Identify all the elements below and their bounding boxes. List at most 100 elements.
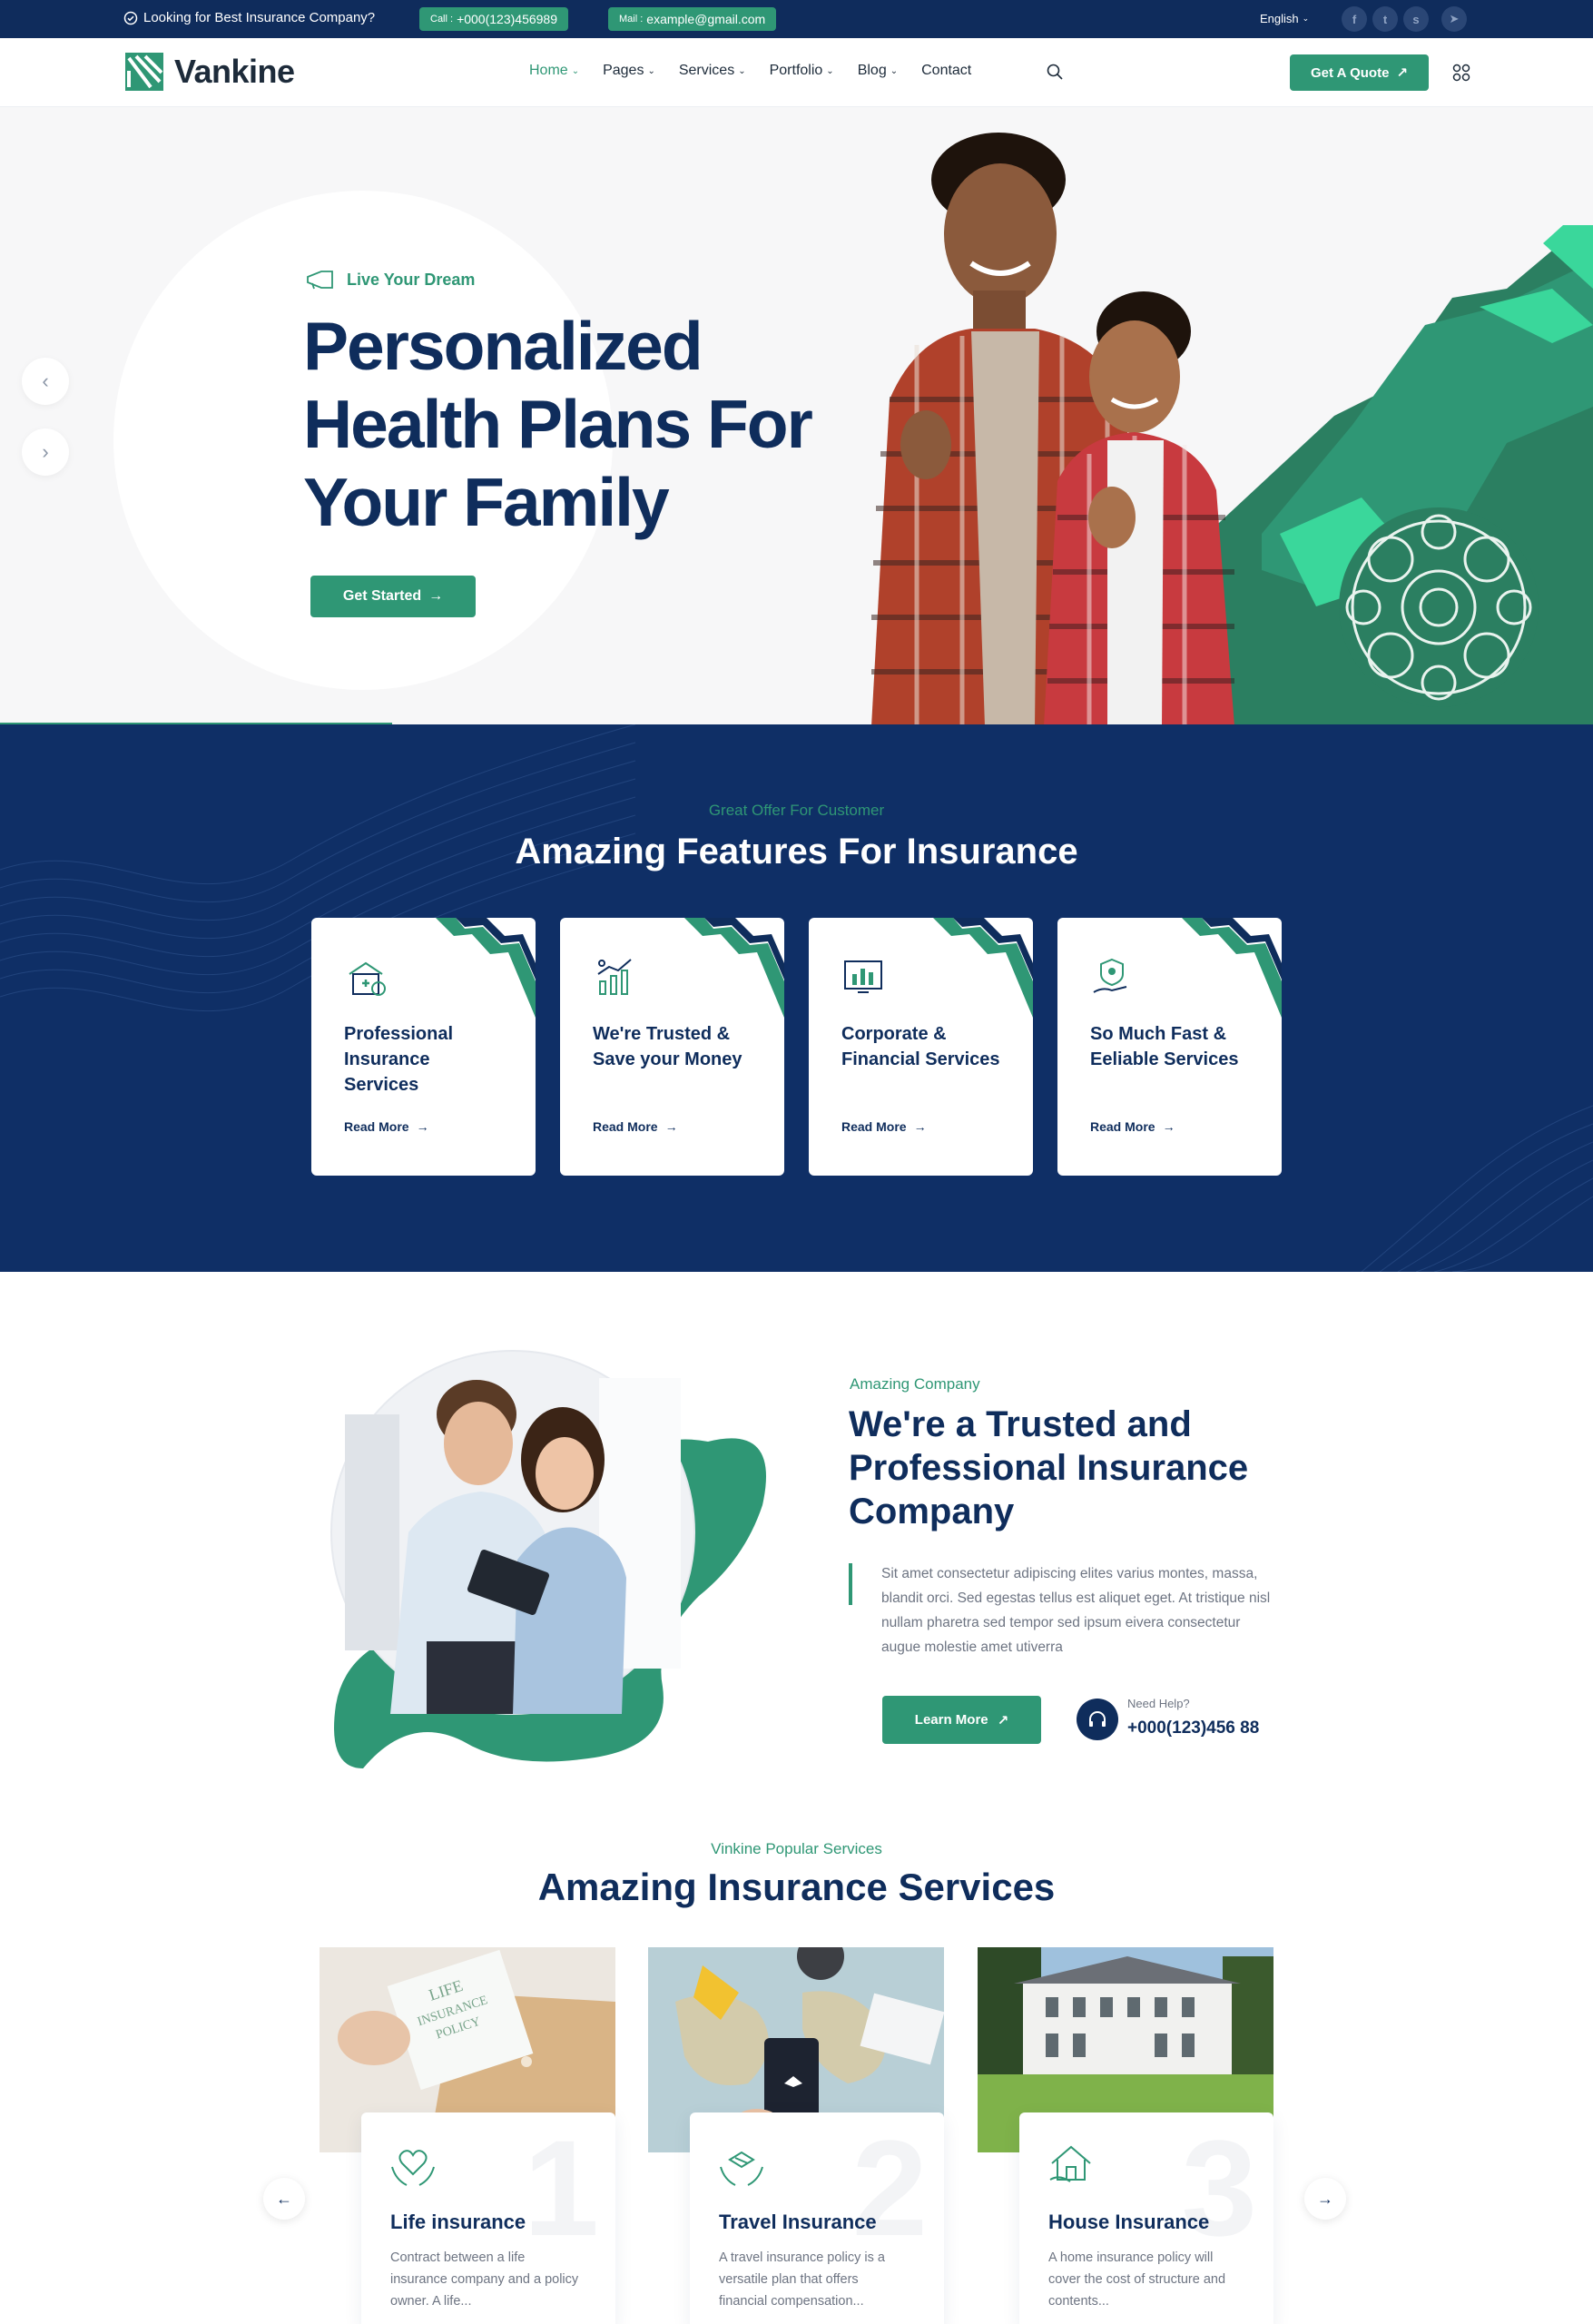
feature-card-title: Corporate & Financial Services xyxy=(841,1024,1000,1069)
call-prefix: Call : xyxy=(430,14,454,25)
feature-card-title: We're Trusted & Save your Money xyxy=(593,1024,742,1069)
megaphone-icon xyxy=(307,271,333,290)
language-label: English xyxy=(1260,12,1299,25)
feature-card-title: Professional Insurance Services xyxy=(344,1024,454,1095)
search-icon[interactable] xyxy=(1046,63,1064,81)
chevron-down-icon: ⌄ xyxy=(647,65,655,76)
brand-logo-icon xyxy=(125,53,163,91)
tagline: Looking for Best Insurance Company? xyxy=(123,10,375,25)
nav-menu: Home ⌄ Pages ⌄ Services ⌄ Portfolio ⌄ Blog ⌄ … xyxy=(529,63,971,79)
get-started-button[interactable]: Get Started → xyxy=(310,576,476,617)
card-corner-stripe xyxy=(933,918,1033,1018)
hero-title-line: Personalized xyxy=(303,308,703,384)
service-title: Travel Insurance xyxy=(719,2211,877,2233)
read-more-label: Read More xyxy=(841,1119,907,1134)
nav-item-services[interactable]: Services ⌄ xyxy=(679,63,746,79)
nav-item-pages[interactable]: Pages ⌄ xyxy=(603,63,655,79)
service-card[interactable]: 3 House Insurance A home insurance polic… xyxy=(1019,2112,1273,2324)
get-quote-button[interactable]: Get A Quote ↗ xyxy=(1290,54,1429,91)
call-number: +000(123)456989 xyxy=(457,12,557,26)
financial-report-icon xyxy=(844,960,882,993)
read-more-link[interactable]: Read More → xyxy=(344,1119,429,1134)
nav-item-portfolio[interactable]: Portfolio ⌄ xyxy=(770,63,834,79)
service-text: Contract between a life insurance compan… xyxy=(390,2250,579,2309)
read-more-link[interactable]: Read More → xyxy=(1090,1119,1175,1134)
hero-couple-image xyxy=(871,133,1234,724)
feature-card[interactable]: We're Trusted & Save your Money Read Mor… xyxy=(560,918,784,1176)
arrow-right-icon: → xyxy=(1317,2189,1333,2208)
service-title: House Insurance xyxy=(1048,2211,1210,2233)
nav-item-label: Portfolio xyxy=(769,63,823,78)
telegram-icon[interactable]: ➤ xyxy=(1441,6,1467,32)
slider-next-button[interactable]: › xyxy=(22,428,69,476)
card-corner-stripe xyxy=(436,918,536,1018)
grid-menu-icon[interactable] xyxy=(1452,64,1470,82)
mail-pill[interactable]: Mail : example@gmail.com xyxy=(608,7,777,31)
headphones-icon[interactable] xyxy=(1077,1699,1118,1740)
about-text: Sit amet consectetur adipiscing elites v… xyxy=(881,1566,1271,1655)
slider-prev-button[interactable]: ‹ xyxy=(22,358,69,405)
service-card[interactable]: 1 Life insurance Contract between a life… xyxy=(361,2112,615,2324)
hero-section: Live Your Dream Personalized Health Plan… xyxy=(0,107,1593,724)
features-subtitle: Great Offer For Customer xyxy=(708,802,885,819)
service-number: 1 xyxy=(523,2112,599,2264)
about-title: We're a Trusted and Professional Insuran… xyxy=(849,1404,1249,1531)
about-image xyxy=(330,1350,766,1768)
feature-card[interactable]: Corporate & Financial Services Read More… xyxy=(809,918,1033,1176)
arrow-right-icon: → xyxy=(664,1119,678,1134)
card-corner-stripe xyxy=(1182,918,1282,1018)
read-more-link[interactable]: Read More → xyxy=(841,1119,927,1134)
get-started-label: Get Started xyxy=(342,588,422,604)
read-more-label: Read More xyxy=(593,1119,658,1134)
facebook-icon[interactable]: f xyxy=(1342,6,1367,32)
shield-hand-icon xyxy=(1093,958,1127,993)
services-prev-button[interactable]: ← xyxy=(263,2178,305,2220)
hero-title: Personalized Health Plans For Your Famil… xyxy=(303,307,848,541)
features-title: Amazing Features For Insurance xyxy=(515,832,1078,872)
service-text: A home insurance policy will cover the c… xyxy=(1048,2250,1226,2309)
services-subtitle: Vinkine Popular Services xyxy=(711,1840,882,1857)
chevron-right-icon: › xyxy=(42,440,49,463)
top-bar: Looking for Best Insurance Company? Call… xyxy=(0,0,1593,38)
chevron-down-icon: ⌄ xyxy=(890,65,899,76)
twitter-icon[interactable]: t xyxy=(1372,6,1398,32)
chevron-down-icon: ⌄ xyxy=(738,65,746,76)
nav-item-home[interactable]: Home ⌄ xyxy=(529,63,579,79)
language-select[interactable]: English ⌄ xyxy=(1260,12,1309,25)
feature-card[interactable]: Professional Insurance Services Read Mor… xyxy=(311,918,536,1176)
skype-icon[interactable]: s xyxy=(1403,6,1429,32)
services-title: Amazing Insurance Services xyxy=(537,1866,1056,1908)
airplane-hands-icon xyxy=(720,2151,763,2186)
hero-subtitle-text: Live Your Dream xyxy=(347,270,476,289)
service-text: A travel insurance policy is a versatile… xyxy=(719,2250,885,2309)
read-more-label: Read More xyxy=(1090,1119,1155,1134)
check-circle-icon xyxy=(123,11,138,25)
headphones-glyph xyxy=(1089,1711,1106,1727)
hero-subtitle: Live Your Dream xyxy=(305,269,475,290)
nav-item-label: Services xyxy=(678,63,735,78)
arrow-up-right-icon: ↗ xyxy=(1396,65,1408,81)
arrow-right-icon: → xyxy=(428,588,444,604)
nav-item-contact[interactable]: Contact xyxy=(921,63,971,79)
help-phone[interactable]: +000(123)456 88 xyxy=(1127,1718,1259,1738)
growth-chart-icon xyxy=(597,959,632,995)
nav-item-blog[interactable]: Blog ⌄ xyxy=(858,63,898,79)
card-corner-stripe xyxy=(684,918,784,1018)
read-more-link[interactable]: Read More → xyxy=(593,1119,678,1134)
features-section: Great Offer For Customer Amazing Feature… xyxy=(0,724,1593,1272)
learn-more-label: Learn More xyxy=(914,1712,988,1728)
learn-more-button[interactable]: Learn More ↗ xyxy=(882,1696,1041,1744)
logo[interactable]: Vankine xyxy=(123,51,295,93)
chevron-down-icon: ⌄ xyxy=(826,65,834,76)
hero-title-line: Health Plans For xyxy=(303,386,813,462)
need-help-label: Need Help? xyxy=(1127,1697,1190,1710)
chevron-down-icon: ⌄ xyxy=(571,65,580,76)
service-card[interactable]: 2 Travel Insurance A travel insurance po… xyxy=(690,2112,944,2324)
tagline-text: Looking for Best Insurance Company? xyxy=(143,10,376,25)
feature-card[interactable]: So Much Fast & Eeliable Services Read Mo… xyxy=(1057,918,1282,1176)
nav-item-label: Home xyxy=(529,63,568,78)
health-insurance-icon xyxy=(349,961,386,996)
call-pill[interactable]: Call : +000(123)456989 xyxy=(419,7,568,31)
services-next-button[interactable]: → xyxy=(1304,2178,1346,2220)
nav-item-label: Blog xyxy=(857,63,887,78)
